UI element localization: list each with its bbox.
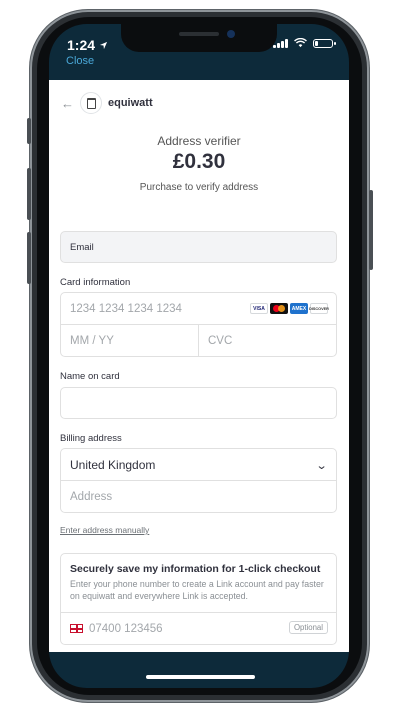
chevron-down-icon: ⌄ bbox=[315, 460, 328, 472]
front-camera bbox=[227, 30, 235, 38]
merchant-name: equiwatt bbox=[108, 97, 153, 109]
email-field[interactable]: Email bbox=[60, 231, 337, 263]
email-placeholder: Email bbox=[70, 241, 94, 253]
status-time: 1:24 bbox=[67, 37, 108, 53]
product-description: Purchase to verify address bbox=[139, 182, 259, 193]
address-placeholder: Address bbox=[70, 490, 113, 503]
status-icons bbox=[273, 38, 336, 48]
card-information-label: Card information bbox=[60, 277, 131, 288]
battery-icon bbox=[313, 38, 336, 48]
notch bbox=[121, 24, 277, 52]
enter-address-manually-link[interactable]: Enter address manually bbox=[60, 525, 149, 535]
link-title: Securely save my information for 1-click… bbox=[70, 563, 321, 575]
home-indicator[interactable] bbox=[146, 675, 255, 679]
volume-up-button bbox=[27, 168, 31, 220]
name-on-card-label: Name on card bbox=[60, 371, 120, 382]
expiry-placeholder: MM / YY bbox=[70, 334, 114, 347]
phone-placeholder: 07400 123456 bbox=[89, 622, 163, 635]
card-number-placeholder: 1234 1234 1234 1234 bbox=[70, 302, 182, 315]
price: £0.30 bbox=[172, 150, 226, 173]
product-name: Address verifier bbox=[157, 134, 241, 148]
volume-down-button bbox=[27, 232, 31, 284]
cvc-placeholder: CVC bbox=[208, 334, 233, 347]
merchant-header: ← equiwatt bbox=[61, 92, 153, 114]
merchant-logo-icon bbox=[80, 92, 102, 114]
close-button[interactable]: Close bbox=[66, 55, 94, 67]
uk-flag-icon bbox=[70, 624, 83, 633]
discover-icon: DISCOVER bbox=[309, 303, 329, 314]
amex-icon: AMEX bbox=[290, 303, 308, 314]
screen: 1:24 Close ← equiwatt Address verifier £… bbox=[49, 24, 349, 688]
power-button bbox=[369, 190, 373, 270]
link-description: Enter your phone number to create a Link… bbox=[70, 579, 324, 601]
visa-icon: VISA bbox=[250, 303, 268, 314]
wifi-icon bbox=[294, 38, 307, 48]
checkout-sheet: ← equiwatt Address verifier £0.30 Purcha… bbox=[49, 80, 349, 652]
link-save-info-box: Securely save my information for 1-click… bbox=[60, 553, 337, 645]
address-input[interactable]: Address bbox=[61, 481, 336, 512]
location-arrow-icon bbox=[99, 41, 108, 49]
time-text: 1:24 bbox=[67, 37, 96, 53]
silent-switch bbox=[27, 118, 31, 144]
card-brands: VISA AMEX DISCOVER bbox=[250, 303, 329, 314]
cvc-input[interactable]: CVC bbox=[199, 325, 336, 356]
name-on-card-input[interactable] bbox=[60, 387, 337, 419]
billing-address-label: Billing address bbox=[60, 433, 122, 444]
phone-number-input[interactable]: 07400 123456 Optional bbox=[61, 612, 336, 644]
back-arrow-icon[interactable]: ← bbox=[61, 96, 74, 111]
optional-badge: Optional bbox=[288, 621, 328, 634]
billing-address-group: United Kingdom ⌄ Address bbox=[60, 448, 337, 513]
mastercard-icon bbox=[270, 303, 288, 314]
expiry-input[interactable]: MM / YY bbox=[61, 325, 199, 356]
earpiece-speaker bbox=[179, 32, 219, 36]
card-information-group: 1234 1234 1234 1234 VISA AMEX DISCOVER M… bbox=[60, 292, 337, 357]
country-select[interactable]: United Kingdom ⌄ bbox=[61, 449, 336, 481]
country-value: United Kingdom bbox=[70, 457, 156, 472]
